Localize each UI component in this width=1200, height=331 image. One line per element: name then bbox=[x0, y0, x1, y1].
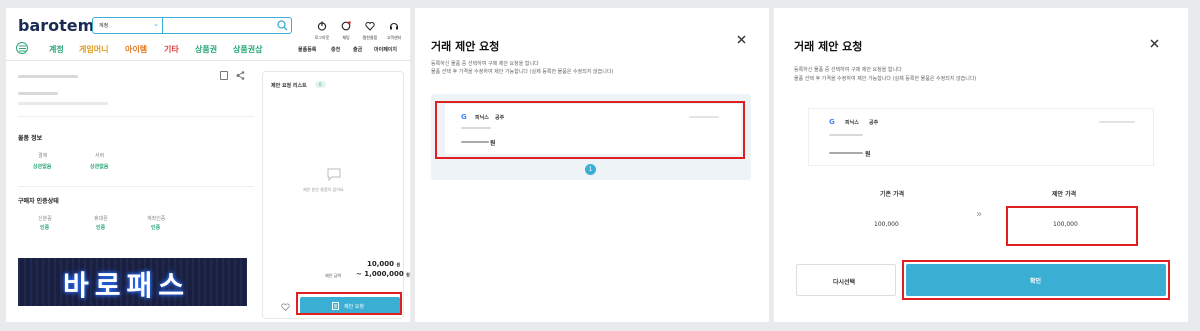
logout-label: 로그아웃 bbox=[314, 35, 330, 40]
power-icon bbox=[317, 21, 327, 31]
verify-value: 인증 bbox=[151, 225, 161, 231]
search-category-select[interactable]: 계정 ⌄ bbox=[93, 18, 163, 33]
card-title bbox=[829, 134, 863, 136]
search-bar: 계정 ⌄ bbox=[92, 17, 292, 34]
modal-desc-2: 물품 선택 후 가격을 수정하여 제안 가능합니다 (실제 등록한 물품은 수정… bbox=[794, 76, 977, 82]
proposal-empty-text: 제안 받은 물품이 없어요 bbox=[303, 187, 344, 192]
search-select-value: 계정 bbox=[99, 23, 109, 29]
search-icon[interactable] bbox=[277, 20, 288, 31]
item-detail-page: barotem 계정 ⌄ 로그아웃 채팅 찜한물품 고객센터 계정 게임머니 아… bbox=[6, 8, 410, 322]
wishlist-button[interactable]: 찜한물품 bbox=[359, 16, 381, 41]
info-key: 결제 bbox=[38, 153, 48, 159]
header-icons: 로그아웃 채팅 찜한물품 고객센터 bbox=[311, 16, 410, 40]
selected-item-card: G 피닉스 공주 원 bbox=[808, 108, 1154, 166]
menu-button[interactable] bbox=[16, 42, 28, 54]
banner-text: 바로패스 bbox=[63, 269, 191, 302]
wishlist-label: 찜한물품 bbox=[362, 35, 378, 40]
verify-value: 인증 bbox=[40, 225, 50, 231]
proposal-modal-price: 거래 제안 요청 등록하신 물품 중 선택하여 구매 제안 요청을 합니다 물품… bbox=[774, 8, 1188, 322]
pagination-page[interactable]: 1 bbox=[585, 164, 596, 175]
google-icon: G bbox=[829, 118, 835, 126]
reselect-button[interactable]: 다시선택 bbox=[796, 264, 896, 296]
hamburger-icon bbox=[19, 45, 26, 52]
heart-icon[interactable] bbox=[281, 303, 290, 311]
card-server: 공주 bbox=[869, 120, 879, 126]
modal-title: 거래 제안 요청 bbox=[794, 40, 863, 53]
modal-title: 거래 제안 요청 bbox=[431, 40, 500, 53]
chevron-down-icon: ⌄ bbox=[153, 20, 159, 28]
nav-charge[interactable]: 충전 bbox=[331, 46, 340, 53]
price-main-value: 10,000 bbox=[367, 260, 395, 268]
breadcrumb bbox=[18, 75, 78, 78]
modal-desc-1: 등록하신 물품 중 선택하여 구매 제안 요청을 합니다 bbox=[794, 67, 902, 73]
nav-category-item[interactable]: 아이템 bbox=[125, 44, 147, 55]
info-key: 서버 bbox=[95, 153, 105, 159]
nav-category-account[interactable]: 계정 bbox=[49, 44, 64, 55]
logout-button[interactable]: 로그아웃 bbox=[311, 16, 333, 41]
highlight-box bbox=[435, 101, 745, 159]
nav-register-item[interactable]: 물품등록 bbox=[298, 46, 316, 53]
logo[interactable]: barotem bbox=[18, 16, 94, 35]
modal-desc-2: 물품 선택 후 가격을 수정하여 제안 가능합니다 (실제 등록한 물품은 수정… bbox=[431, 69, 614, 75]
verify-key: 신분증 bbox=[38, 216, 52, 222]
chat-button[interactable]: 채팅 bbox=[335, 16, 357, 41]
nav-category-etc[interactable]: 기타 bbox=[164, 44, 179, 55]
search-input[interactable] bbox=[165, 18, 270, 33]
price-main: 10,000 원 bbox=[367, 260, 400, 268]
arrow-icon: » bbox=[976, 209, 983, 220]
highlight-box bbox=[1006, 206, 1138, 246]
highlight-box bbox=[296, 292, 402, 315]
price-range-value: ~ 1,000,000 bbox=[356, 270, 404, 278]
chat-label: 채팅 bbox=[342, 35, 350, 40]
close-icon[interactable] bbox=[737, 35, 746, 44]
nav-withdraw[interactable]: 출금 bbox=[353, 46, 362, 53]
message-icon bbox=[327, 168, 341, 181]
baropass-banner[interactable]: 바로패스 bbox=[18, 258, 247, 306]
orig-price-label: 기존 가격 bbox=[880, 191, 905, 198]
section-buyer-verification: 구매자 인증상태 bbox=[18, 198, 59, 205]
nav-divider bbox=[6, 60, 410, 61]
price-range-unit: 원 bbox=[406, 272, 410, 277]
support-button[interactable]: 고객센터 bbox=[383, 16, 405, 41]
info-value: 상관없음 bbox=[33, 164, 52, 170]
section-item-info: 물품 정보 bbox=[18, 135, 43, 142]
proposal-list-title: 제안 요청 리스트 bbox=[271, 83, 307, 89]
heart-icon bbox=[365, 21, 375, 31]
support-label: 고객센터 bbox=[386, 35, 402, 40]
info-value: 상관없음 bbox=[90, 164, 109, 170]
item-title bbox=[18, 92, 58, 95]
share-icon[interactable] bbox=[236, 71, 245, 80]
proposal-count-badge: 0 bbox=[315, 81, 326, 88]
offer-price-label: 제안 가격 bbox=[1052, 191, 1077, 198]
card-price-value bbox=[829, 152, 863, 154]
item-meta bbox=[18, 102, 108, 105]
card-price-unit: 원 bbox=[865, 151, 871, 158]
divider bbox=[18, 186, 254, 187]
nav-mypage[interactable]: 마이페이지 bbox=[374, 46, 397, 53]
price-range-label: 제안 금액 bbox=[325, 273, 341, 278]
divider bbox=[18, 116, 254, 117]
nav-category-giftcard[interactable]: 상품권 bbox=[195, 44, 217, 55]
highlight-box bbox=[902, 260, 1170, 300]
card-category: 피닉스 bbox=[845, 120, 859, 126]
nav-category-game-money[interactable]: 게임머니 bbox=[79, 44, 108, 55]
reselect-label: 다시선택 bbox=[833, 279, 856, 286]
orig-price-value: 100,000 bbox=[874, 221, 899, 228]
verify-value: 인증 bbox=[96, 225, 106, 231]
nav-category-giftcard-shop[interactable]: 상품권삽 bbox=[233, 44, 262, 55]
proposal-modal-select: 거래 제안 요청 등록하신 물품 중 선택하여 구매 제안 요청을 합니다 물품… bbox=[415, 8, 769, 322]
close-icon[interactable] bbox=[1150, 39, 1159, 48]
chat-icon bbox=[341, 21, 351, 31]
copy-icon[interactable] bbox=[220, 71, 228, 80]
headset-icon bbox=[389, 22, 399, 30]
price-range: ~ 1,000,000 원 bbox=[356, 270, 410, 278]
price-unit: 원 bbox=[396, 262, 401, 267]
card-date bbox=[1099, 121, 1135, 123]
verify-key: 휴대폰 bbox=[94, 216, 108, 222]
verify-key: 계좌인증 bbox=[147, 216, 166, 222]
proposal-sidebar: 제안 요청 리스트 0 제안 받은 물품이 없어요 10,000 원 제안 금액… bbox=[262, 71, 410, 319]
modal-desc-1: 등록하신 물품 중 선택하여 구매 제안 요청을 합니다 bbox=[431, 61, 539, 67]
